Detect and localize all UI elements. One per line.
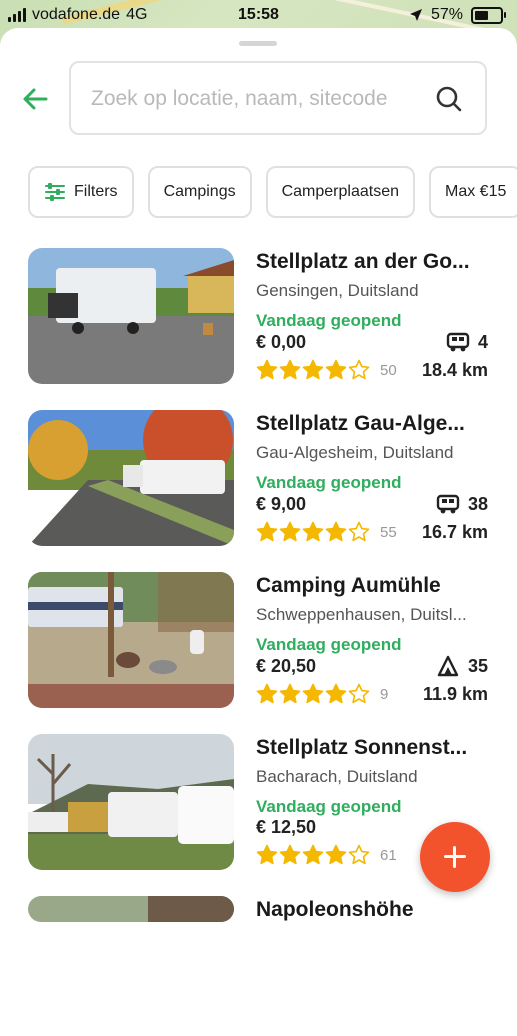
- rating-stars: [256, 359, 370, 381]
- filters-button[interactable]: Filters: [28, 166, 134, 218]
- listing-price: € 0,00: [256, 331, 307, 352]
- max-price-filter-chip[interactable]: Max €15: [429, 166, 517, 218]
- open-status: Vandaag geopend: [256, 311, 402, 330]
- battery-icon: [471, 6, 506, 24]
- campings-filter-chip[interactable]: Campings: [147, 166, 252, 218]
- search-input[interactable]: Zoek op locatie, naam, sitecode: [69, 61, 487, 135]
- listing-card[interactable]: Stellplatz Gau-Alge... Gau-Algesheim, Du…: [0, 410, 517, 550]
- star-empty-icon: [348, 683, 370, 704]
- spot-count: 35: [436, 655, 488, 677]
- star-filled-icon: [256, 844, 278, 865]
- filter-chips: Filters Campings Camperplaatsen Max €15: [28, 166, 517, 220]
- spot-count: 38: [436, 493, 488, 515]
- chip-label: Campings: [163, 183, 236, 200]
- star-filled-icon: [302, 521, 324, 542]
- listing-title[interactable]: Camping Aumühle: [256, 572, 490, 600]
- spot-number: 38: [467, 493, 488, 514]
- star-filled-icon: [302, 844, 324, 865]
- chip-label: Camperplaatsen: [281, 183, 399, 200]
- listing-price: € 9,00: [256, 493, 307, 514]
- star-filled-icon: [325, 521, 347, 542]
- listing-photo: [28, 248, 234, 384]
- spot-number: 4: [477, 331, 488, 352]
- star-filled-icon: [279, 359, 301, 380]
- chip-label: Max €15: [445, 183, 507, 200]
- listing-distance: 18.4 km: [421, 359, 488, 380]
- listing-photo: [28, 410, 234, 546]
- listing-distance: 11.9 km: [422, 683, 488, 704]
- listing-title[interactable]: Stellplatz Gau-Alge...: [256, 410, 490, 438]
- location-arrow-icon: [409, 9, 422, 21]
- review-count: 50: [380, 361, 397, 379]
- spot-number: 35: [467, 655, 488, 676]
- camperplaatsen-filter-chip[interactable]: Camperplaatsen: [265, 166, 415, 218]
- star-filled-icon: [325, 359, 347, 380]
- rating-stars: [256, 683, 370, 705]
- star-empty-icon: [348, 844, 370, 865]
- listing-photo: [28, 896, 234, 922]
- review-count: 9: [380, 685, 389, 703]
- listing-card[interactable]: Napoleonshöhe: [0, 896, 517, 1036]
- camper-icon: [436, 494, 460, 514]
- review-count: 55: [380, 523, 397, 541]
- star-filled-icon: [256, 521, 278, 542]
- listing-card[interactable]: Stellplatz an der Go... Gensingen, Duits…: [0, 248, 517, 388]
- listing-location: Gau-Algesheim, Duitsland: [256, 443, 454, 462]
- listing-title[interactable]: Stellplatz Sonnenst...: [256, 734, 490, 762]
- spot-count: 4: [446, 331, 488, 353]
- star-filled-icon: [279, 683, 301, 704]
- sliders-icon: [45, 183, 65, 201]
- listing-location: Bacharach, Duitsland: [256, 767, 418, 786]
- star-filled-icon: [325, 683, 347, 704]
- listing-price: € 20,50: [256, 655, 317, 676]
- battery-percent: 57%: [430, 6, 463, 23]
- listing-distance: 16.7 km: [421, 521, 488, 542]
- star-filled-icon: [256, 359, 278, 380]
- rating-stars: [256, 844, 370, 866]
- star-filled-icon: [302, 683, 324, 704]
- star-filled-icon: [279, 844, 301, 865]
- status-right: 57%: [409, 6, 506, 24]
- review-count: 61: [380, 846, 397, 864]
- rating-stars: [256, 521, 370, 543]
- search-icon[interactable]: [435, 85, 463, 113]
- star-filled-icon: [302, 359, 324, 380]
- search-placeholder: Zoek op locatie, naam, sitecode: [91, 87, 388, 110]
- listing-photo: [28, 572, 234, 708]
- listing-location: Schweppenhausen, Duitsl...: [256, 605, 467, 624]
- open-status: Vandaag geopend: [256, 797, 402, 816]
- open-status: Vandaag geopend: [256, 473, 402, 492]
- listing-price: € 12,50: [256, 817, 317, 837]
- star-empty-icon: [348, 521, 370, 542]
- listing-location: Gensingen, Duitsland: [256, 281, 419, 300]
- chip-label: Filters: [74, 183, 118, 200]
- open-status: Vandaag geopend: [256, 635, 402, 654]
- tent-icon: [437, 655, 459, 677]
- back-arrow-icon[interactable]: [18, 82, 52, 116]
- listing-title[interactable]: Stellplatz an der Go...: [256, 248, 490, 276]
- star-empty-icon: [348, 359, 370, 380]
- add-button[interactable]: [420, 822, 490, 892]
- listing-photo: [28, 734, 234, 870]
- star-filled-icon: [256, 683, 278, 704]
- star-filled-icon: [325, 844, 347, 865]
- listing-card[interactable]: Camping Aumühle Schweppenhausen, Duitsl.…: [0, 572, 517, 712]
- camper-icon: [446, 332, 470, 352]
- drag-handle[interactable]: [239, 41, 277, 46]
- star-filled-icon: [279, 521, 301, 542]
